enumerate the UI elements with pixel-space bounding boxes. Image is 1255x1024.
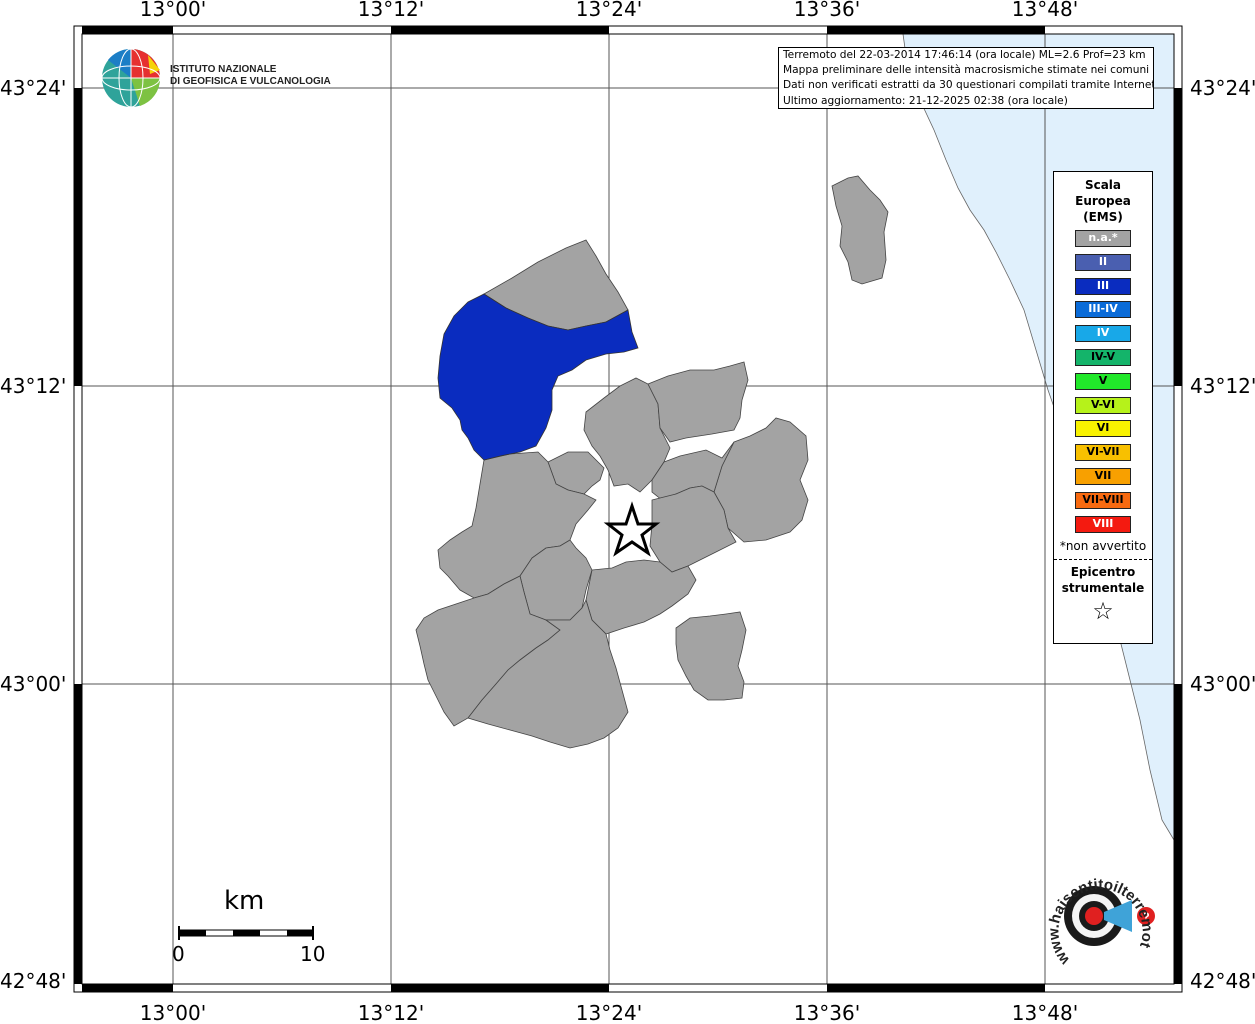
axis-label-bottom: 13°00' xyxy=(140,1001,206,1024)
event-info-line: Terremoto del 22-03-2014 17:46:14 (ora l… xyxy=(783,49,1146,61)
event-info-line: Mappa preliminare delle intensità macros… xyxy=(783,64,1150,77)
axis-label-right: 42°48' xyxy=(1190,969,1255,993)
legend-title-line: Scala xyxy=(1084,178,1122,192)
legend-title-line: (EMS) xyxy=(1083,210,1123,224)
axis-label-top: 13°00' xyxy=(140,0,206,21)
axis-label-right: 43°24' xyxy=(1190,76,1255,100)
legend-item: VIII xyxy=(1075,515,1131,533)
legend-item: III-IV xyxy=(1075,301,1131,319)
axis-label-bottom: 13°24' xyxy=(576,1001,642,1024)
scale-max: 10 xyxy=(300,942,326,966)
epicenter-star-icon: ☆ xyxy=(1092,597,1114,626)
legend-item: IV xyxy=(1075,325,1131,343)
axis-label-top: 13°36' xyxy=(794,0,860,21)
legend-item: VII-VIII xyxy=(1075,491,1131,509)
axis-labels-right: 43°24' 43°12' 43°00' 42°48' xyxy=(1190,76,1255,993)
svg-text:?: ? xyxy=(1142,910,1149,924)
axis-label-bottom: 13°12' xyxy=(358,1001,424,1024)
axis-label-right: 43°12' xyxy=(1190,374,1255,398)
legend-item: VI-VII xyxy=(1075,444,1131,462)
event-info-line: Ultimo aggiornamento: 21-12-2025 02:38 (… xyxy=(783,94,1068,107)
axis-labels-left: 43°24' 43°12' 43°00' 42°48' xyxy=(0,76,66,993)
legend-title: Scala Europea (EMS) xyxy=(1054,177,1152,225)
event-info-box: Terremoto del 22-03-2014 17:46:14 (ora l… xyxy=(778,47,1154,109)
scale-min: 0 xyxy=(172,942,185,966)
axis-label-top: 13°12' xyxy=(358,0,424,21)
legend-epicenter-line: strumentale xyxy=(1061,581,1145,596)
legend-epicenter-label: Epicentro strumentale xyxy=(1054,564,1152,596)
ems-legend: Scala Europea (EMS) n.a.* II III III-IV IV IV… xyxy=(1053,171,1153,644)
legend-item: V xyxy=(1075,372,1131,390)
ingv-logo-text: ISTITUTO NAZIONALE DI GEOFISICA E VULCAN… xyxy=(170,64,331,88)
axis-label-top: 13°24' xyxy=(576,0,642,21)
legend-item: III xyxy=(1075,277,1131,295)
legend-title-line: Europea xyxy=(1075,194,1131,208)
legend-item: VI xyxy=(1075,420,1131,438)
axis-labels-top: 13°00' 13°12' 13°24' 13°36' 13°48' xyxy=(140,0,1078,21)
scale-unit: km xyxy=(224,886,265,916)
axis-label-top: 13°48' xyxy=(1012,0,1078,21)
legend-item: n.a.* xyxy=(1075,230,1131,247)
legend-note: *non avvertito xyxy=(1059,539,1147,554)
axis-label-left: 43°12' xyxy=(0,374,66,398)
ingv-logo-icon xyxy=(101,48,161,108)
axis-label-bottom: 13°36' xyxy=(794,1001,860,1024)
axis-label-right: 43°00' xyxy=(1190,672,1255,696)
event-info-line: Dati non verificati estratti da 30 quest… xyxy=(783,79,1154,92)
axis-label-left: 42°48' xyxy=(0,969,66,993)
legend-item: IV-V xyxy=(1075,348,1131,366)
axis-label-left: 43°24' xyxy=(0,76,66,100)
legend-items: n.a.* II III III-IV IV IV-V V V-VI VI VI-VII VII VI… xyxy=(1054,230,1152,533)
legend-separator xyxy=(1054,559,1152,561)
axis-labels-bottom: 13°00' 13°12' 13°24' 13°36' 13°48' xyxy=(140,1001,1078,1024)
ingv-logo-line2: DI GEOFISICA E VULCANOLOGIA xyxy=(170,76,331,87)
axis-label-left: 43°00' xyxy=(0,672,66,696)
legend-item: V-VI xyxy=(1075,396,1131,414)
ingv-logo-line1: ISTITUTO NAZIONALE xyxy=(170,64,277,75)
legend-item: II xyxy=(1075,253,1131,271)
axis-label-bottom: 13°48' xyxy=(1012,1001,1078,1024)
legend-epicenter-line: Epicentro xyxy=(1070,565,1136,580)
legend-item: VII xyxy=(1075,467,1131,485)
